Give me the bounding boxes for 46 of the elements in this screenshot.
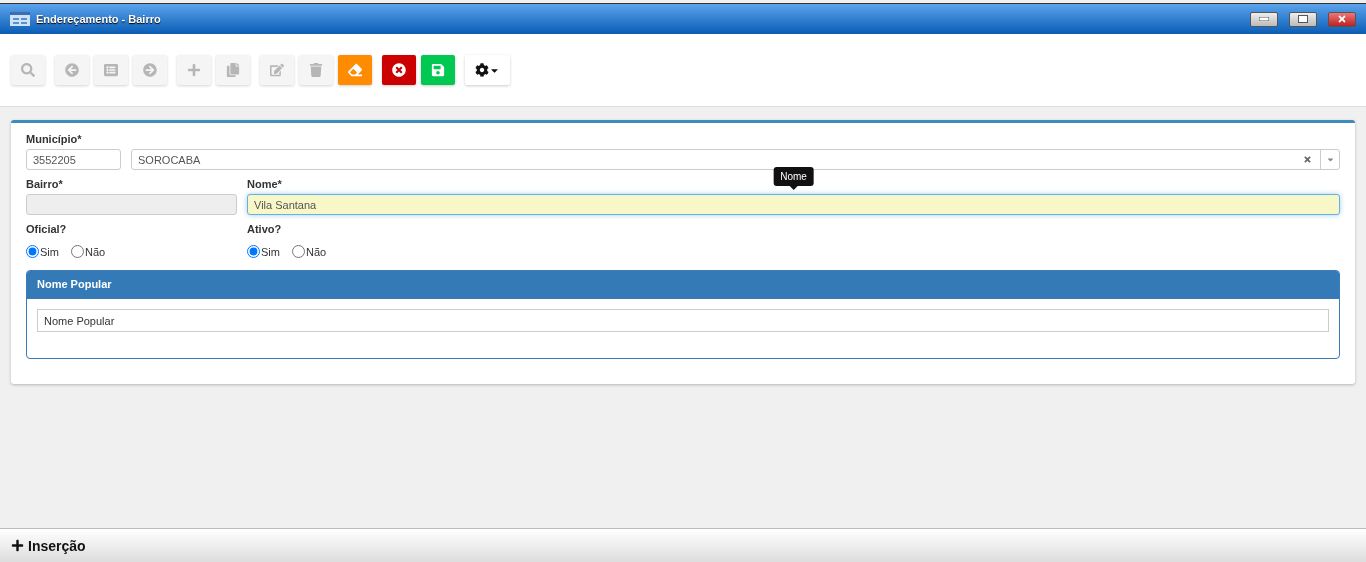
caret-icon (1325, 155, 1335, 164)
eraser-icon (348, 63, 362, 77)
save-icon (431, 63, 445, 77)
cancel-button[interactable] (382, 55, 416, 85)
nome-field[interactable]: Vila Santana (247, 194, 1340, 215)
plus-icon (187, 63, 201, 77)
radio-label: Sim (261, 245, 280, 258)
code-field[interactable]: 3552205 (26, 149, 121, 170)
radio-label: Sim (40, 245, 59, 258)
window-title: Endereçamento - Bairro (36, 13, 162, 25)
nome-popular-field[interactable]: Nome Popular (37, 309, 1329, 332)
field-label: Município* (26, 133, 83, 145)
clear-icon (1303, 155, 1312, 164)
minimize-icon (1259, 17, 1269, 21)
radio-label: Não (305, 245, 327, 258)
close-icon (1337, 14, 1347, 24)
minimize-button[interactable] (1250, 11, 1278, 27)
close-icon (392, 63, 406, 77)
copy-icon (226, 63, 240, 77)
save-button[interactable] (421, 55, 455, 85)
clear-button[interactable] (338, 55, 372, 85)
search-icon (21, 63, 35, 77)
status-label: Inserção (28, 537, 86, 554)
edit-icon (270, 63, 284, 77)
radio-button[interactable] (247, 245, 260, 258)
maximize-icon (1298, 15, 1308, 23)
trash-icon (309, 63, 323, 77)
arrow-right-icon (143, 63, 157, 77)
radio-button[interactable] (291, 245, 305, 258)
arrow-left-icon (65, 63, 79, 77)
radio-label: Não (84, 245, 106, 258)
settings-button[interactable] (465, 55, 510, 85)
field-label: Oficial? (26, 223, 68, 235)
field-label: Nome* (247, 178, 283, 190)
settings-icon (475, 63, 489, 77)
plus-icon (11, 539, 24, 552)
radio-button[interactable] (26, 245, 39, 258)
close-button[interactable] (1328, 11, 1356, 27)
city-select[interactable]: SOROCABA (131, 149, 1340, 170)
window-icon (10, 12, 30, 26)
list-icon (104, 63, 118, 77)
field-label: Ativo? (247, 223, 283, 235)
maximize-button[interactable] (1289, 11, 1317, 27)
panel-title: Nome Popular (27, 271, 1339, 299)
field-label: Bairro* (26, 178, 64, 190)
radio-button[interactable] (70, 245, 84, 258)
